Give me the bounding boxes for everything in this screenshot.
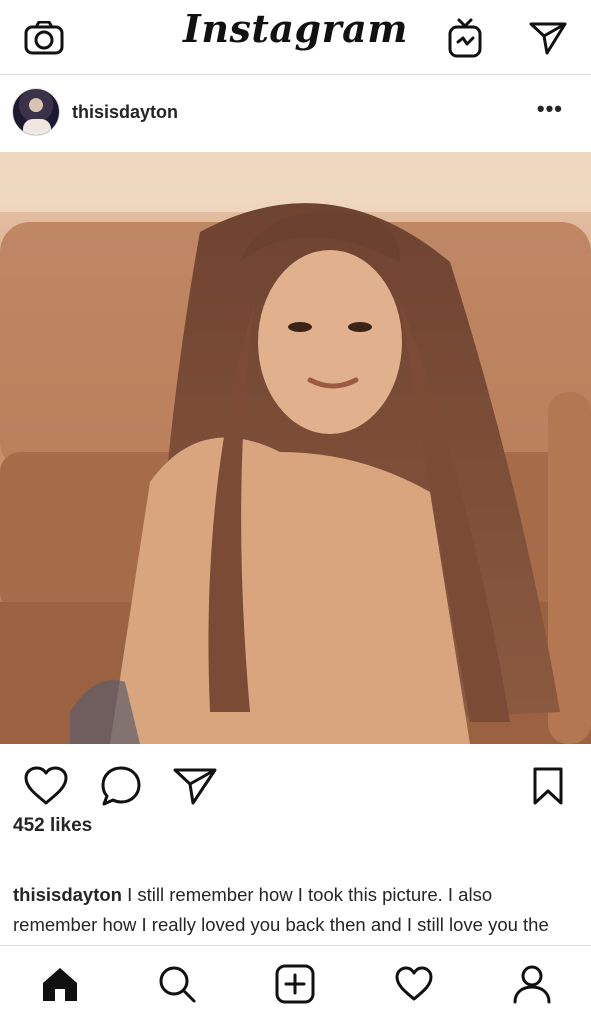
direct-message-icon[interactable] bbox=[528, 18, 568, 58]
brand-logo: Instagram bbox=[183, 6, 408, 51]
post-caption: thisisdayton I still remember how I took… bbox=[13, 880, 579, 944]
more-options-icon[interactable]: ••• bbox=[537, 96, 563, 122]
profile-icon[interactable] bbox=[512, 964, 552, 1004]
post-username[interactable]: thisisdayton bbox=[72, 102, 178, 123]
post-actions bbox=[0, 744, 591, 824]
add-post-icon[interactable] bbox=[275, 964, 315, 1004]
top-bar: Instagram bbox=[0, 0, 591, 75]
bottom-navigation bbox=[0, 945, 591, 1023]
likes-count[interactable]: 452 likes bbox=[13, 815, 92, 837]
avatar[interactable] bbox=[12, 88, 60, 136]
bookmark-icon[interactable] bbox=[524, 762, 572, 810]
caption-username[interactable]: thisisdayton bbox=[13, 884, 122, 905]
instagram-app: Instagram thisisdayton ••• 452 likes thi… bbox=[0, 0, 591, 1023]
post-header: thisisdayton ••• bbox=[0, 76, 591, 152]
share-icon[interactable] bbox=[171, 762, 219, 810]
home-icon[interactable] bbox=[40, 964, 80, 1004]
like-heart-icon[interactable] bbox=[22, 762, 70, 810]
igtv-icon[interactable] bbox=[445, 18, 485, 58]
activity-heart-icon[interactable] bbox=[394, 964, 434, 1004]
post-photo[interactable] bbox=[0, 152, 591, 744]
search-icon[interactable] bbox=[157, 964, 197, 1004]
comment-icon[interactable] bbox=[97, 762, 145, 810]
